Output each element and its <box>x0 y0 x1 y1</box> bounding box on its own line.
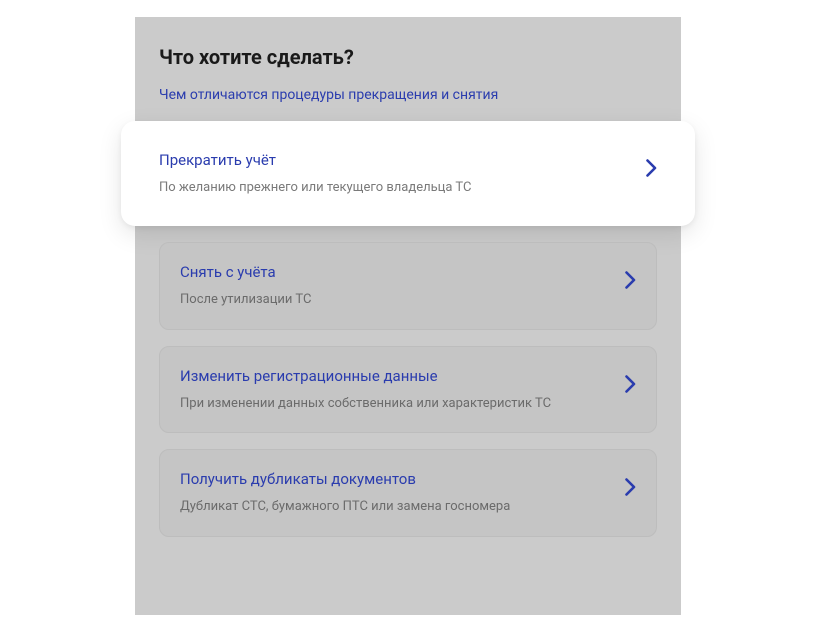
action-selection-panel: Что хотите сделать? Чем отличаются проце… <box>135 17 681 615</box>
options-list: Прекратить учёт По желанию прежнего или … <box>135 121 681 553</box>
option-desc: При изменении данных собственника или ха… <box>180 395 636 413</box>
option-title: Изменить регистрационные данные <box>180 367 636 385</box>
chevron-right-icon <box>646 159 657 177</box>
option-desc: После утилизации ТС <box>180 291 636 309</box>
option-stop-registration[interactable]: Прекратить учёт По желанию прежнего или … <box>121 121 695 227</box>
option-title: Снять с учёта <box>180 263 636 281</box>
chevron-right-icon <box>625 478 636 496</box>
option-desc: Дубликат СТС, бумажного ПТС или замена г… <box>180 498 636 516</box>
chevron-right-icon <box>625 271 636 289</box>
option-desc: По желанию прежнего или текущего владель… <box>159 179 657 197</box>
chevron-right-icon <box>625 375 636 393</box>
info-link[interactable]: Чем отличаются процедуры прекращения и с… <box>135 87 681 103</box>
option-duplicates[interactable]: Получить дубликаты документов Дубликат С… <box>159 449 657 537</box>
option-title: Прекратить учёт <box>159 151 657 169</box>
option-remove-registration[interactable]: Снять с учёта После утилизации ТС <box>159 242 657 330</box>
option-change-data[interactable]: Изменить регистрационные данные При изме… <box>159 346 657 434</box>
page-title: Что хотите сделать? <box>135 45 681 69</box>
option-title: Получить дубликаты документов <box>180 470 636 488</box>
